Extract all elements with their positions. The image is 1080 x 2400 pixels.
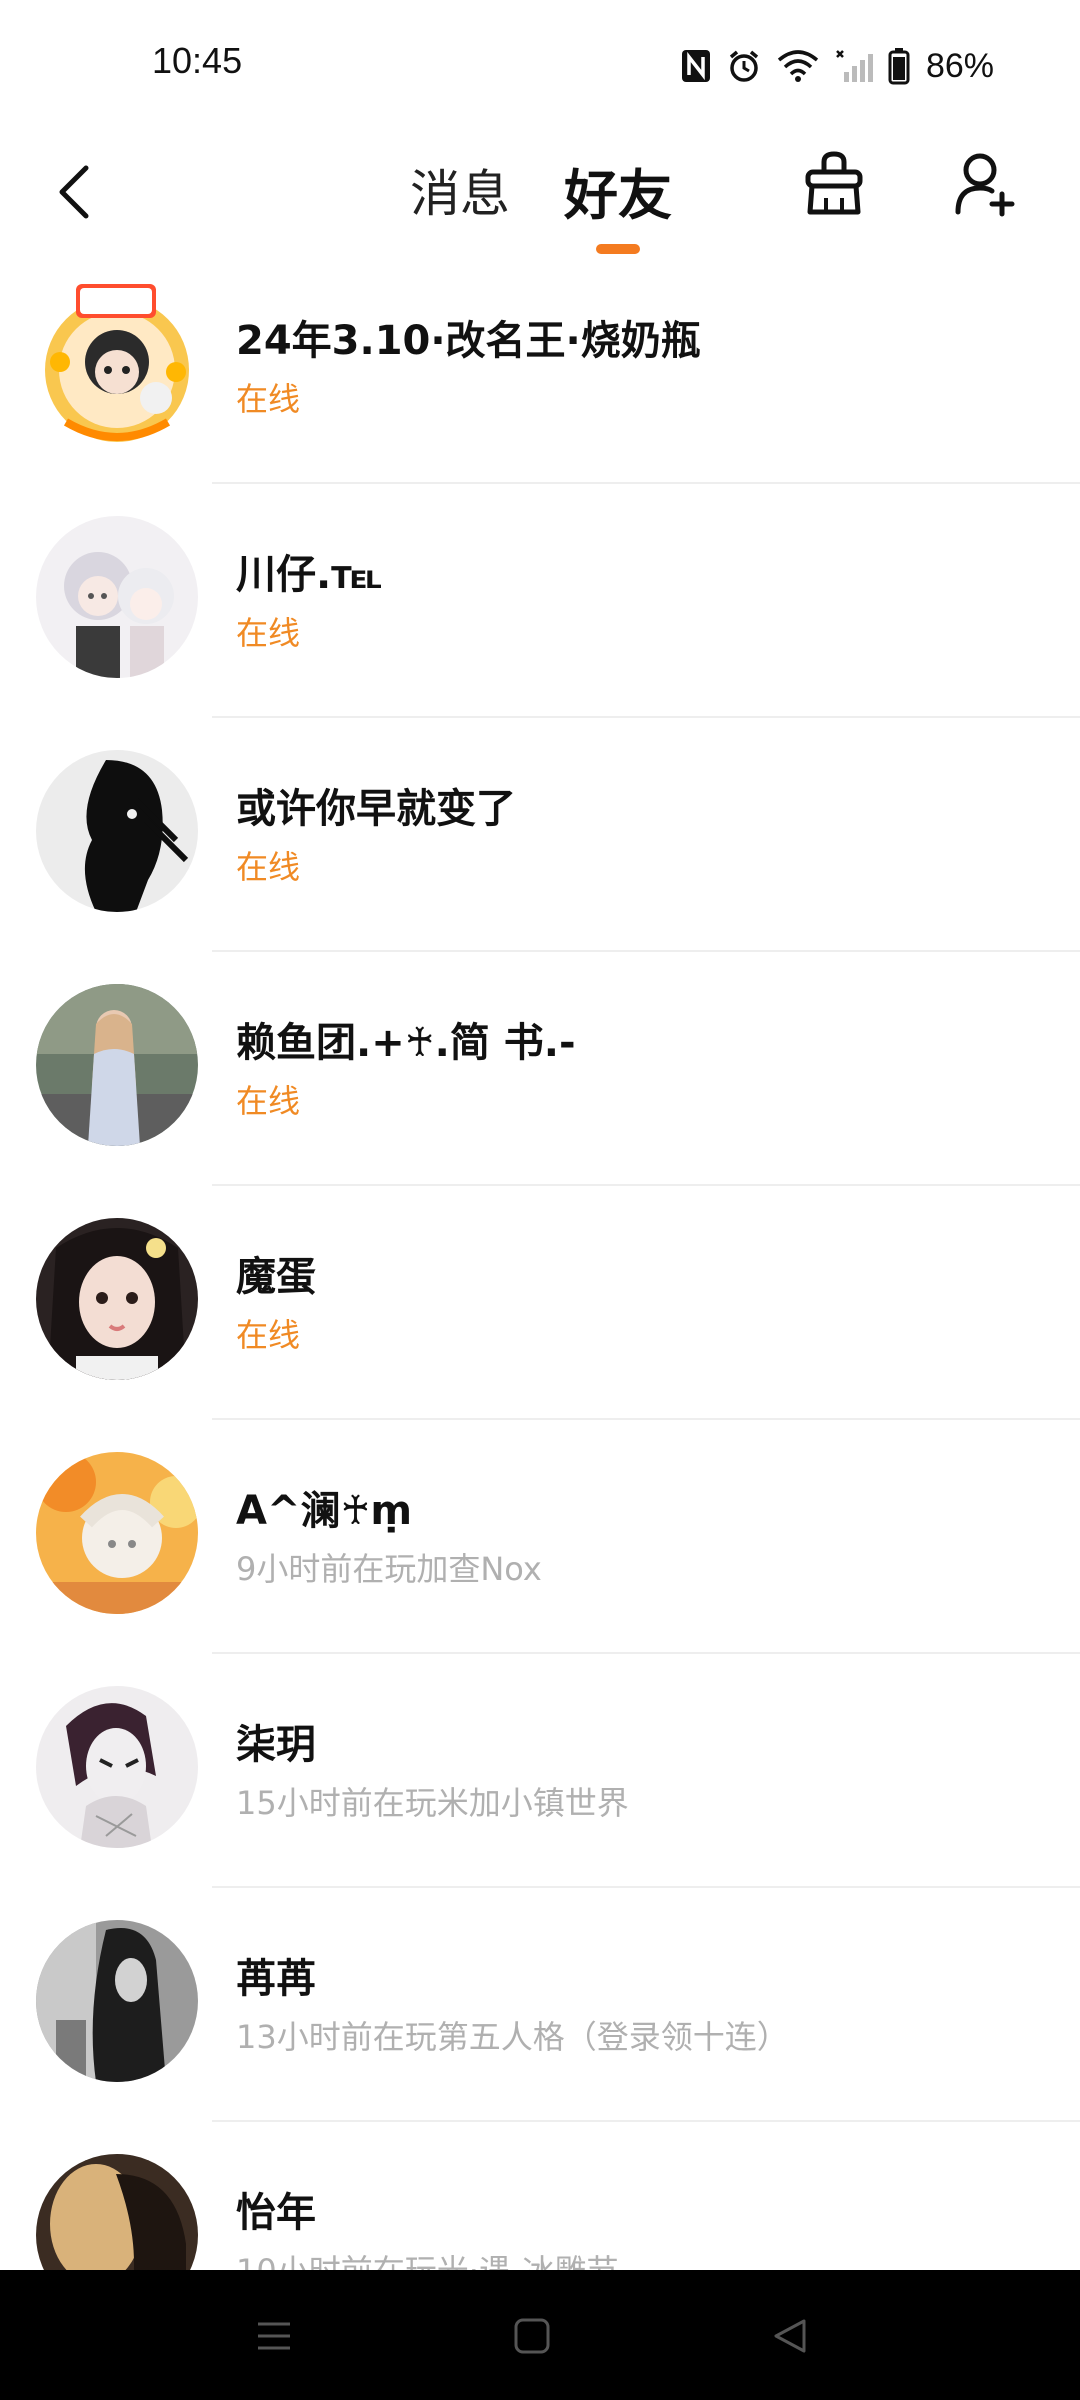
battery-icon (888, 47, 910, 85)
tab-messages[interactable]: 消息 (410, 140, 510, 240)
top-nav: 消息 好友 (0, 130, 1080, 254)
avatar[interactable] (36, 1218, 198, 1380)
friend-name: 川仔.℡ (236, 552, 383, 598)
friend-status: 13小时前在玩第五人格（登录领十连） (236, 2018, 789, 2056)
clean-button[interactable] (798, 144, 870, 224)
friend-item[interactable]: A^澜♰ṃ 9小时前在玩加查Nox (0, 1420, 1080, 1654)
friend-item[interactable]: 苒苒 13小时前在玩第五人格（登录领十连） (0, 1888, 1080, 2122)
avatar[interactable] (36, 1920, 198, 2082)
nfc-icon (680, 48, 712, 84)
avatar[interactable] (36, 1452, 198, 1614)
tab-messages-label: 消息 (410, 165, 510, 223)
broom-icon (805, 151, 863, 215)
avatar[interactable] (36, 2154, 198, 2270)
friend-name: 赖鱼团.+♰.简 书.- (236, 1020, 576, 1066)
avatar[interactable] (36, 984, 198, 1146)
friend-name: 魔蛋 (236, 1254, 316, 1300)
status-icons: 86% (680, 44, 994, 88)
friend-status: 10小时前在玩光·遇-冰雕节 (236, 2246, 618, 2270)
friend-item[interactable]: 赖鱼团.+♰.简 书.- 在线 (0, 952, 1080, 1186)
menu-icon (258, 2322, 290, 2350)
back-triangle-icon (774, 2319, 806, 2353)
menu-button[interactable] (242, 2304, 306, 2368)
friend-name: 柒玥 (236, 1722, 316, 1768)
friend-status: 在线 (236, 848, 301, 886)
friend-status: 在线 (236, 1082, 301, 1120)
system-nav-bar (0, 2270, 1080, 2400)
back-button[interactable] (44, 152, 104, 232)
signal-icon (834, 48, 874, 84)
status-time: 10:45 (152, 40, 243, 81)
avatar[interactable] (36, 282, 198, 444)
friend-name: A^澜♰ṃ (236, 1488, 413, 1534)
friend-status: 15小时前在玩米加小镇世界 (236, 1784, 629, 1822)
tab-friends[interactable]: 好友 (564, 140, 672, 254)
tab-bar: 消息 好友 (410, 140, 672, 254)
friend-status: 在线 (236, 380, 301, 418)
friend-status: 9小时前在玩加查Nox (236, 1550, 542, 1588)
avatar[interactable] (36, 1686, 198, 1848)
friend-item[interactable]: 怡年 10小时前在玩光·遇-冰雕节 (0, 2122, 1080, 2270)
home-icon (514, 2318, 550, 2354)
friend-item[interactable]: 24年3.10·改名王·烧奶瓶 在线 (0, 250, 1080, 484)
status-bar: 10:45 86% (0, 0, 1080, 130)
add-friend-button[interactable] (948, 144, 1020, 224)
friend-name: 或许你早就变了 (236, 786, 516, 832)
friend-status: 在线 (236, 614, 301, 652)
friend-name: 怡年 (236, 2190, 316, 2236)
nav-back-button[interactable] (758, 2304, 822, 2368)
chevron-left-icon (59, 165, 89, 219)
avatar[interactable] (36, 516, 198, 678)
friend-item[interactable]: 或许你早就变了 在线 (0, 718, 1080, 952)
friend-item[interactable]: 柒玥 15小时前在玩米加小镇世界 (0, 1654, 1080, 1888)
tab-friends-label: 好友 (564, 163, 672, 227)
wifi-icon (776, 48, 820, 84)
friend-name: 24年3.10·改名王·烧奶瓶 (236, 318, 701, 364)
friend-name: 苒苒 (236, 1956, 316, 2002)
friend-item[interactable]: 川仔.℡ 在线 (0, 484, 1080, 718)
battery-percent: 86% (925, 46, 994, 85)
friend-list[interactable]: 24年3.10·改名王·烧奶瓶 在线 川仔.℡ 在线 或许你早就变了 在线 赖鱼… (0, 250, 1080, 2270)
home-button[interactable] (500, 2304, 564, 2368)
friend-item[interactable]: 魔蛋 在线 (0, 1186, 1080, 1420)
friend-status: 在线 (236, 1316, 301, 1354)
avatar[interactable] (36, 750, 198, 912)
add-user-icon (955, 153, 1015, 217)
alarm-icon (726, 48, 762, 84)
